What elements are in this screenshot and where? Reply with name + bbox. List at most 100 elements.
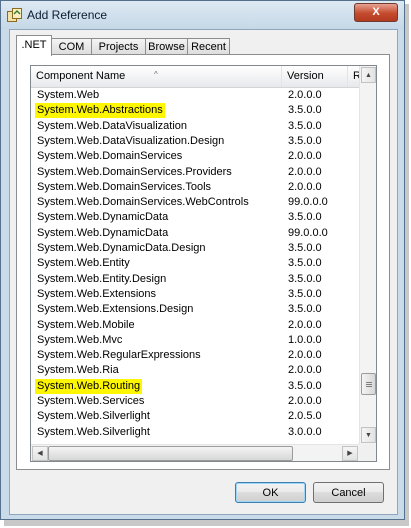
version-cell: 2.0.0.0	[288, 89, 322, 101]
list-row[interactable]: System.Web.DynamicData.Design 3.5.0.0	[31, 241, 359, 256]
tab-recent[interactable]: Recent	[187, 38, 230, 55]
version-cell: 2.0.0.0	[288, 318, 322, 331]
triangle-down-icon: ▼	[365, 432, 372, 439]
component-name-cell: System.Web.Silverlight	[37, 410, 150, 423]
list-row[interactable]: System.Web.Extensions.Design 3.5.0.0	[31, 302, 359, 317]
cancel-button[interactable]: Cancel	[313, 482, 384, 503]
list-row[interactable]: System.Web.Entity 3.5.0.0	[31, 256, 359, 271]
list-row[interactable]: System.Web.Silverlight 3.0.0.0	[31, 425, 359, 440]
horizontal-scrollbar[interactable]: ◀ ▶	[31, 444, 359, 461]
list-row[interactable]: System.Web.Ria 2.0.0.0	[31, 363, 359, 378]
list-row[interactable]: System.Web.RegularExpressions 2.0.0.0	[31, 348, 359, 363]
triangle-right-icon: ▶	[347, 450, 353, 457]
tab-label: Projects	[98, 41, 139, 53]
component-name-cell: System.Web.Entity.Design	[37, 272, 167, 285]
component-name-cell: System.Web.DynamicData	[37, 211, 169, 224]
list-row[interactable]: System.Web.Routing 3.5.0.0	[31, 378, 359, 394]
list-row[interactable]: System.Web.DomainServices.Tools 2.0.0.0	[31, 180, 359, 195]
version-cell: 2.0.0.0	[288, 349, 322, 362]
list-row[interactable]: System.Web.DynamicData 3.5.0.0	[31, 210, 359, 225]
list-row[interactable]: System.Web.DynamicData 99.0.0.0	[31, 226, 359, 241]
sort-ascending-icon: ^	[154, 70, 158, 79]
add-reference-dialog: Add Reference X .NET COM Projects Browse…	[0, 0, 405, 520]
component-name-cell: System.Web.Mobile	[37, 318, 135, 331]
component-name-cell: System.Web.DynamicData	[37, 226, 169, 239]
tab-dotnet[interactable]: .NET	[16, 35, 52, 56]
dialog-client-area: .NET COM Projects Browse Recent Componen…	[9, 29, 398, 515]
ok-button[interactable]: OK	[235, 482, 306, 503]
version-cell: 2.0.0.0	[288, 150, 322, 163]
version-cell: 2.0.5.0	[288, 410, 322, 423]
tab-projects[interactable]: Projects	[91, 38, 146, 55]
tab-com[interactable]: COM	[51, 38, 92, 55]
list-row[interactable]: System.Web.DataVisualization 3.5.0.0	[31, 119, 359, 134]
list-row[interactable]: System.Web.Services 2.0.0.0	[31, 394, 359, 409]
column-header-component-name[interactable]: Component Name ^	[31, 66, 282, 87]
scroll-right-button[interactable]: ▶	[342, 446, 358, 461]
scroll-left-button[interactable]: ◀	[32, 446, 48, 461]
list-row[interactable]: System.Web.Mvc 1.0.0.0	[31, 333, 359, 348]
tab-browse[interactable]: Browse	[145, 38, 188, 55]
component-name-cell: System.Web.Silverlight	[37, 425, 150, 438]
version-cell: 99.0.0.0	[288, 226, 328, 239]
add-reference-icon	[7, 8, 22, 22]
component-name-cell: System.Web.DataVisualization	[37, 119, 187, 132]
list-row[interactable]: System.Web.Silverlight 2.0.5.0	[31, 409, 359, 424]
component-name-cell: System.Web.DataVisualization.Design	[37, 134, 225, 147]
vertical-scrollbar[interactable]: ▲ ▼	[359, 66, 376, 444]
version-cell: 3.5.0.0	[288, 257, 322, 270]
tab-label: Browse	[148, 41, 185, 53]
component-name-cell: System.Web.DomainServices	[37, 150, 183, 163]
close-button[interactable]: X	[354, 3, 398, 22]
component-name-cell: System.Web.Ria	[37, 364, 119, 377]
column-header-version[interactable]: Version	[282, 66, 348, 87]
list-row[interactable]: System.Web.DomainServices.WebControls 99.…	[31, 195, 359, 210]
component-name-cell: System.Web.Extensions.Design	[37, 303, 194, 316]
component-name-cell: System.Web.Abstractions	[35, 103, 165, 119]
list-row[interactable]: System.Web.Entity.Design 3.5.0.0	[31, 272, 359, 287]
version-cell: 3.5.0.0	[288, 104, 322, 117]
triangle-left-icon: ◀	[37, 450, 43, 457]
triangle-up-icon: ▲	[365, 72, 372, 79]
component-name-cell: System.Web.DomainServices.WebControls	[37, 196, 249, 209]
list-row[interactable]: System.Web.Mobile 2.0.0.0	[31, 318, 359, 333]
list-row[interactable]: System.Web.Abstractions 3.5.0.0	[31, 103, 359, 119]
component-name-cell: System.Web.Routing	[35, 378, 143, 394]
component-name-cell: System.Web.Services	[37, 395, 145, 407]
close-icon: X	[372, 6, 380, 18]
window-title: Add Reference	[27, 8, 108, 22]
version-cell: 3.5.0.0	[288, 211, 322, 224]
column-header-runtime[interactable]: R	[348, 66, 359, 87]
ok-button-label: OK	[262, 487, 279, 499]
component-name-cell: System.Web.Entity	[37, 257, 130, 270]
version-cell: 3.5.0.0	[288, 119, 322, 132]
title-bar[interactable]: Add Reference X	[1, 1, 404, 29]
scroll-up-button[interactable]: ▲	[361, 67, 376, 83]
version-cell: 1.0.0.0	[288, 333, 322, 346]
component-name-cell: System.Web.DynamicData.Design	[37, 242, 206, 254]
list-header: Component Name ^ Version R	[31, 66, 359, 88]
list-row[interactable]: System.Web.DataVisualization.Design 3.5.0…	[31, 134, 359, 149]
component-name-cell: System.Web.Extensions	[37, 287, 157, 300]
scroll-down-button[interactable]: ▼	[361, 427, 376, 443]
component-name-cell: System.Web.DomainServices.Tools	[37, 180, 212, 193]
component-name-cell: System.Web.Mvc	[37, 333, 123, 346]
grip-line	[366, 384, 372, 385]
tab-label: .NET	[21, 39, 47, 51]
version-cell: 3.5.0.0	[288, 242, 322, 254]
horizontal-scroll-thumb[interactable]	[48, 446, 293, 461]
version-cell: 99.0.0.0	[288, 196, 328, 209]
version-cell: 3.5.0.0	[288, 287, 322, 300]
component-name-cell: System.Web.RegularExpressions	[37, 349, 201, 362]
list-row[interactable]: System.Web.DomainServices 2.0.0.0	[31, 149, 359, 164]
version-cell: 3.5.0.0	[288, 303, 322, 316]
vertical-scroll-thumb[interactable]	[361, 373, 376, 395]
version-cell: 2.0.0.0	[288, 165, 322, 178]
version-cell: 3.5.0.0	[288, 272, 322, 285]
list-row[interactable]: System.Web 2.0.0.0	[31, 88, 359, 103]
version-cell: 3.5.0.0	[288, 379, 322, 392]
list-row[interactable]: System.Web.Extensions 3.5.0.0	[31, 287, 359, 302]
list-row[interactable]: System.Web.DomainServices.Providers 2.0.0…	[31, 165, 359, 180]
version-cell: 2.0.0.0	[288, 180, 322, 193]
component-list[interactable]: Component Name ^ Version R System.Web 2.0…	[30, 65, 377, 462]
